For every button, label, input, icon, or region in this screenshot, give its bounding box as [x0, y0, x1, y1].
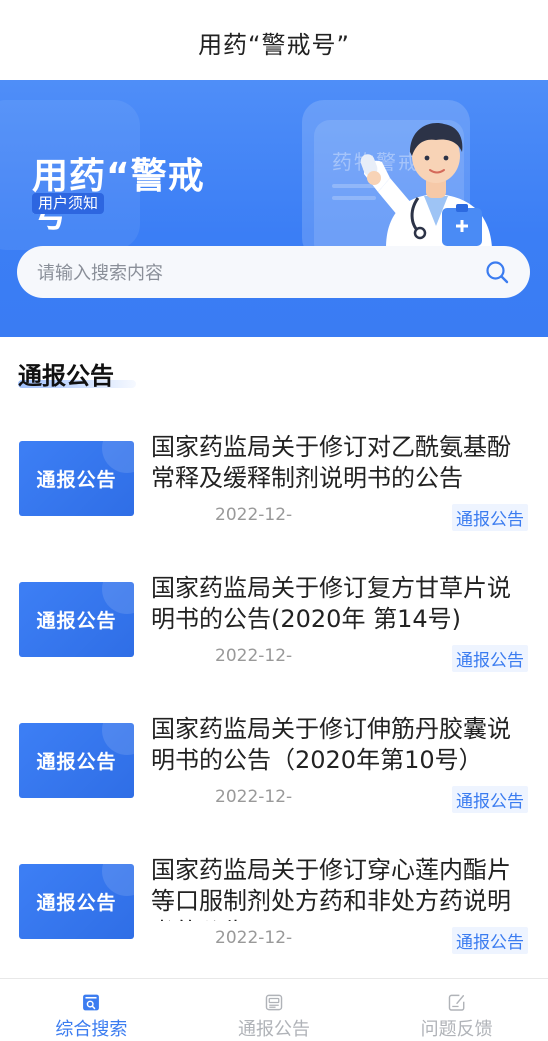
nav-bar: 用药“警戒号”: [0, 0, 548, 80]
article-thumbnail: 通报公告: [19, 864, 134, 939]
category-badge: 通报公告: [452, 645, 528, 672]
list-item[interactable]: 通报公告 国家药监局关于修订伸筋丹胶囊说明书的公告（2020年第10号） 202…: [0, 702, 548, 843]
tab-label: 通报公告: [238, 1019, 310, 1040]
thumbnail-label: 通报公告: [36, 892, 117, 914]
tab-notices[interactable]: 通报公告: [183, 979, 366, 1041]
search-bar[interactable]: 请输入搜索内容: [17, 246, 530, 298]
list-item[interactable]: 通报公告 国家药监局关于修订复方甘草片说明书的公告(2020年 第14号) 20…: [0, 561, 548, 702]
category-badge: 通报公告: [452, 927, 528, 954]
article-date: 2022-12-: [215, 787, 293, 807]
category-badge: 通报公告: [452, 504, 528, 531]
article-title[interactable]: 国家药监局关于修订对乙酰氨基酚常释及缓释制剂说明书的公告: [151, 432, 531, 498]
search-doc-icon: [83, 994, 100, 1011]
user-notice-tag[interactable]: 用户须知: [32, 193, 105, 214]
thumbnail-label: 通报公告: [36, 751, 117, 773]
article-title[interactable]: 国家药监局关于修订复方甘草片说明书的公告(2020年 第14号): [151, 573, 531, 639]
article-thumbnail: 通报公告: [19, 441, 134, 516]
article-date: 2022-12-: [215, 505, 293, 525]
section-title: 通报公告: [18, 362, 114, 390]
article-thumbnail: 通报公告: [19, 582, 134, 657]
tab-label: 问题反馈: [420, 1019, 493, 1040]
article-title[interactable]: 国家药监局关于修订穿心莲内酯片等口服制剂处方药和非处方药说明书的公告: [151, 855, 531, 921]
hero-banner: 药物警戒 用药“警戒号 用户须知 请输入搜索内容: [0, 80, 548, 337]
doctor-illustration: [360, 123, 492, 248]
article-thumbnail: 通报公告: [19, 723, 134, 798]
thumbnail-label: 通报公告: [36, 610, 117, 632]
article-date: 2022-12-: [215, 646, 293, 666]
notice-icon: [265, 994, 283, 1011]
tab-search[interactable]: 综合搜索: [0, 979, 183, 1041]
bottom-tab-bar: 综合搜索 通报公告 问题反馈: [0, 978, 548, 1041]
thumbnail-label: 通报公告: [36, 469, 117, 491]
search-input[interactable]: 请输入搜索内容: [37, 259, 484, 285]
article-date: 2022-12-: [215, 928, 293, 948]
tab-label: 综合搜索: [55, 1019, 128, 1040]
tab-feedback[interactable]: 问题反馈: [365, 979, 548, 1041]
page-title: 用药“警戒号”: [198, 30, 350, 59]
list-item[interactable]: 通报公告 国家药监局关于修订对乙酰氨基酚常释及缓释制剂说明书的公告 2022-1…: [0, 420, 548, 561]
list-item[interactable]: 通报公告 国家药监局关于修订穿心莲内酯片等口服制剂处方药和非处方药说明书的公告 …: [0, 843, 548, 984]
search-icon[interactable]: [484, 259, 510, 285]
category-badge: 通报公告: [452, 786, 528, 813]
article-list: 通报公告 国家药监局关于修订对乙酰氨基酚常释及缓释制剂说明书的公告 2022-1…: [0, 420, 548, 984]
article-title[interactable]: 国家药监局关于修订伸筋丹胶囊说明书的公告（2020年第10号）: [151, 714, 531, 780]
feedback-icon: [448, 994, 465, 1011]
